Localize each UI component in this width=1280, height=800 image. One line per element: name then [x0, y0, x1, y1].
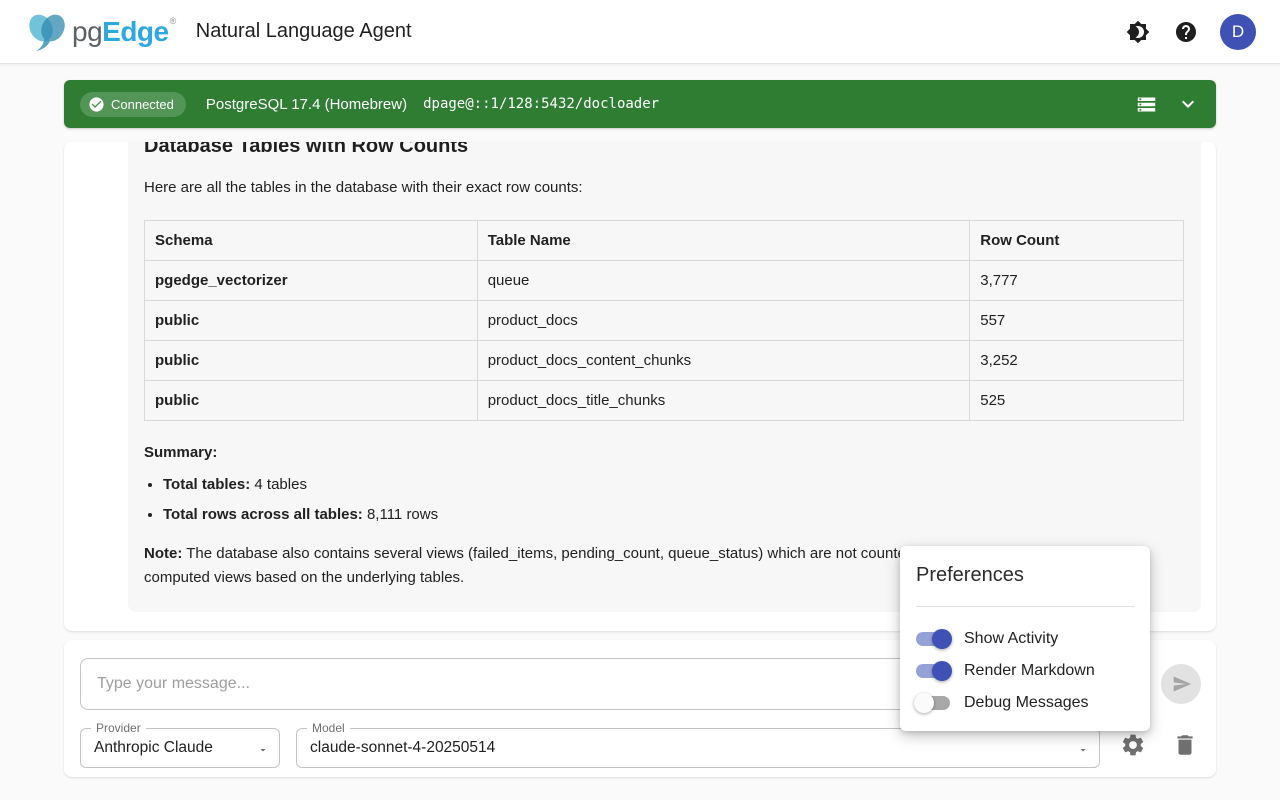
message-intro: Here are all the tables in the database …	[144, 177, 1185, 199]
pgedge-logo: pgEdge®	[24, 11, 176, 53]
storage-icon	[1136, 94, 1157, 115]
connection-string: dpage@::1/128:5432/docloader	[423, 96, 659, 112]
model-select[interactable]: Model claude-sonnet-4-20250514	[296, 728, 1100, 768]
pgedge-heart-icon	[24, 11, 70, 53]
provider-select[interactable]: Provider Anthropic Claude	[80, 728, 280, 768]
model-select-value: claude-sonnet-4-20250514	[297, 729, 1099, 767]
toggle-label: Debug Messages	[964, 694, 1089, 712]
cell-row-count: 3,777	[970, 261, 1184, 301]
pref-row-show-activity: Show Activity	[916, 623, 1134, 655]
server-version-label: PostgreSQL 17.4 (Homebrew)	[206, 96, 407, 113]
cell-row-count: 557	[970, 301, 1184, 341]
preferences-button[interactable]	[1120, 732, 1146, 758]
cell-row-count: 525	[970, 381, 1184, 421]
dropdown-arrow-icon	[1077, 743, 1089, 761]
chevron-down-icon	[1176, 92, 1200, 116]
send-icon	[1172, 674, 1192, 694]
table-header-row: Schema Table Name Row Count	[145, 221, 1184, 261]
cell-schema: public	[145, 341, 478, 381]
cell-schema: public	[145, 301, 478, 341]
provider-select-label: Provider	[91, 721, 146, 735]
help-icon	[1174, 20, 1198, 44]
summary-list: Total tables: 4 tables Total rows across…	[144, 474, 1185, 526]
table-row: pgedge_vectorizer queue 3,777	[145, 261, 1184, 301]
dropdown-arrow-icon	[257, 743, 269, 761]
column-header-schema: Schema	[145, 221, 478, 261]
help-button[interactable]	[1174, 20, 1198, 44]
preferences-title: Preferences	[916, 562, 1134, 588]
cell-schema: pgedge_vectorizer	[145, 261, 478, 301]
row-counts-table: Schema Table Name Row Count pgedge_vecto…	[144, 220, 1184, 421]
connection-status-badge: Connected	[80, 92, 186, 117]
pgedge-wordmark: pgEdge®	[72, 16, 176, 48]
cell-row-count: 3,252	[970, 341, 1184, 381]
gear-icon	[1120, 732, 1146, 758]
theme-toggle-button[interactable]	[1126, 20, 1150, 44]
app-header: pgEdge® Natural Language Agent D	[0, 0, 1280, 64]
cell-table-name: product_docs	[477, 301, 970, 341]
render-markdown-toggle[interactable]	[916, 664, 950, 678]
message-heading: Database Tables with Row Counts	[144, 142, 1185, 160]
show-activity-toggle[interactable]	[916, 632, 950, 646]
page-title: Natural Language Agent	[196, 20, 412, 43]
list-item: Total tables: 4 tables	[163, 474, 1185, 496]
send-button[interactable]	[1161, 664, 1201, 704]
user-avatar[interactable]: D	[1220, 14, 1256, 50]
column-header-table-name: Table Name	[477, 221, 970, 261]
check-circle-icon	[88, 96, 105, 113]
connection-status-label: Connected	[111, 97, 174, 112]
list-item: Total rows across all tables: 8,111 rows	[163, 504, 1185, 526]
cell-table-name: product_docs_content_chunks	[477, 341, 970, 381]
toggle-label: Render Markdown	[964, 662, 1095, 680]
table-row: public product_docs_content_chunks 3,252	[145, 341, 1184, 381]
assistant-message-bubble: Database Tables with Row Counts Here are…	[128, 142, 1201, 612]
connection-bar: Connected PostgreSQL 17.4 (Homebrew) dpa…	[64, 80, 1216, 128]
brightness-icon	[1126, 20, 1150, 44]
column-header-row-count: Row Count	[970, 221, 1184, 261]
collapse-connection-button[interactable]	[1176, 92, 1200, 116]
cell-table-name: product_docs_title_chunks	[477, 381, 970, 421]
pref-row-render-markdown: Render Markdown	[916, 655, 1134, 687]
database-objects-button[interactable]	[1134, 92, 1158, 116]
cell-table-name: queue	[477, 261, 970, 301]
summary-heading: Summary:	[144, 442, 1185, 463]
toggle-label: Show Activity	[964, 630, 1058, 648]
pref-row-debug-messages: Debug Messages	[916, 687, 1134, 719]
cell-schema: public	[145, 381, 478, 421]
table-row: public product_docs 557	[145, 301, 1184, 341]
debug-messages-toggle[interactable]	[916, 696, 950, 710]
trash-icon	[1172, 732, 1198, 758]
clear-chat-button[interactable]	[1172, 732, 1198, 758]
model-select-label: Model	[307, 721, 350, 735]
table-row: public product_docs_title_chunks 525	[145, 381, 1184, 421]
preferences-popover: Preferences Show Activity Render Markdow…	[900, 546, 1150, 731]
divider	[916, 606, 1134, 607]
